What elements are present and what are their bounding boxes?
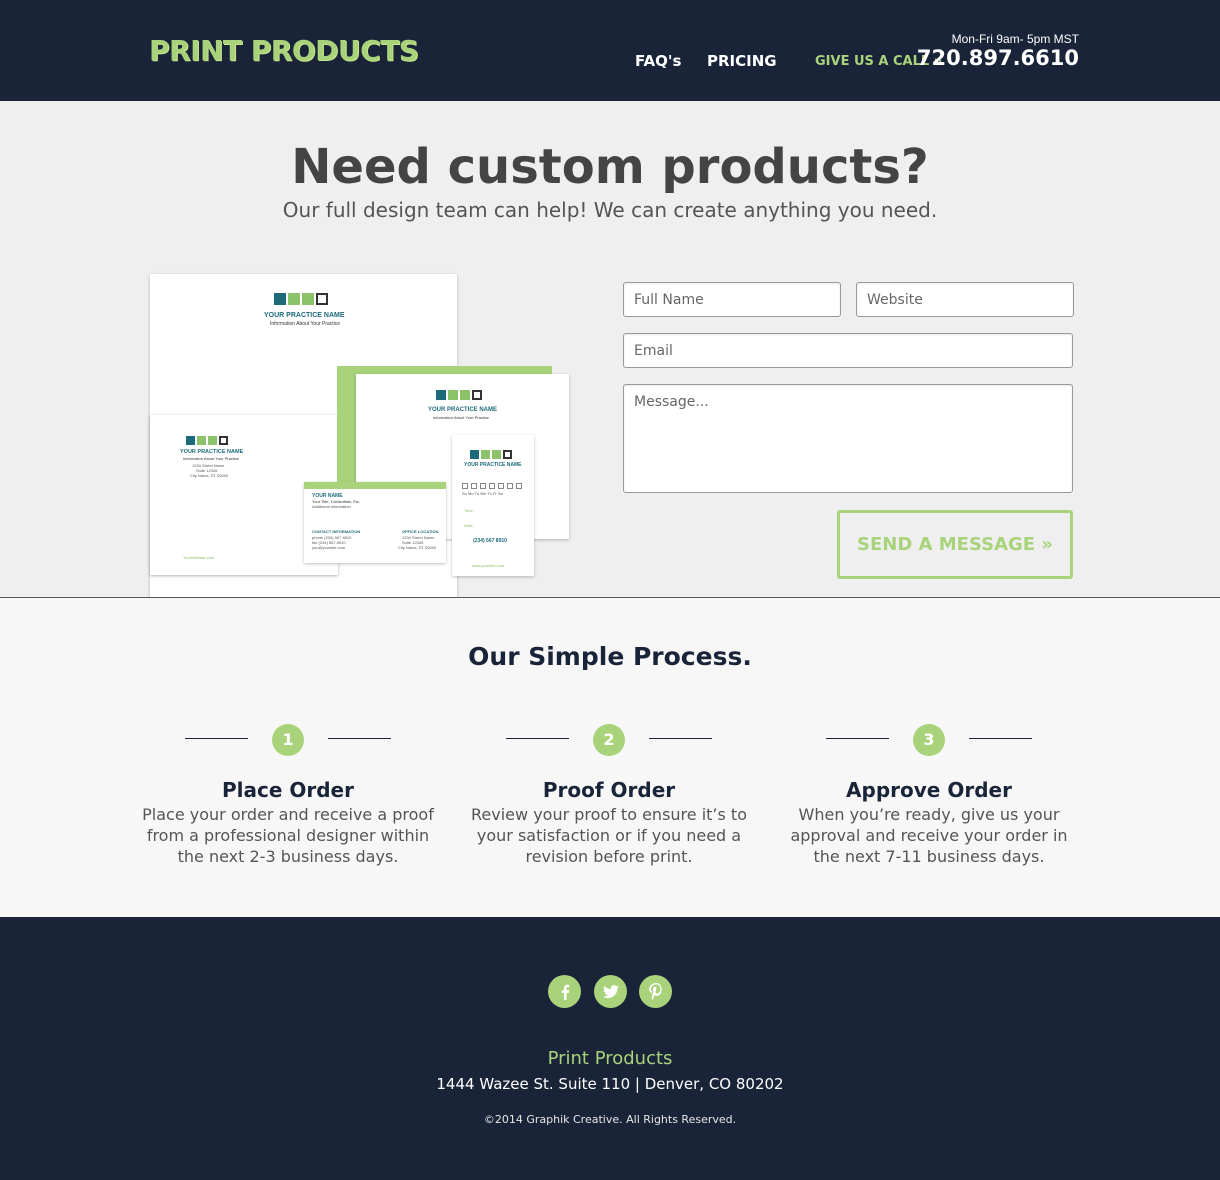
letterhead-practice-name: YOUR PRACTICE NAME [264,312,345,319]
site-header: PRINT PRODUCTS FAQ's PRICING Mon-Fri 9am… [0,0,1220,101]
step-title: Proof Order [542,778,676,802]
hero-title: Need custom products? [291,139,929,195]
facebook-icon[interactable] [548,975,581,1008]
step-divider [328,738,391,739]
step-number-badge: 3 [913,724,945,756]
practice-logo-icon [274,293,328,305]
hero-subtitle: Our full design team can help! We can cr… [282,198,938,222]
footer-copyright: ©2014 Graphik Creative. All Rights Reser… [483,1113,737,1126]
nav-pricing-link[interactable]: PRICING [707,52,777,70]
practice-logo-icon [186,436,228,445]
site-footer: Print Products 1444 Wazee St. Suite 110 … [0,917,1220,1180]
appointment-card-mockup: YOUR PRACTICE NAME Su Mo Tu We Th Fr Sa … [452,435,534,576]
appt-phone: (234) 567 8910 [473,538,507,544]
process-section: Our Simple Process. 1 Place Order Place … [0,598,1220,917]
step-title: Place Order [221,778,354,802]
message-textarea[interactable] [623,384,1073,493]
step-title: Approve Order [846,778,1012,802]
biz-info: Additional Information [312,504,351,509]
envelope-tagline: Information About Your Practice [183,456,240,461]
appt-time-label: Time: [464,508,474,513]
email-input[interactable] [623,333,1073,368]
full-name-input[interactable] [623,282,841,317]
business-hours: Mon-Fri 9am- 5pm MST [951,32,1079,46]
step-divider [185,738,248,739]
practice-logo-icon [436,390,482,400]
appt-practice-name: YOUR PRACTICE NAME [464,462,522,468]
envelope-address-3: City Name, ST 00000 [190,473,229,478]
notecard-tagline: Information About Your Practice [433,415,490,420]
appt-date-label: Date: [464,523,474,528]
send-message-button[interactable]: SEND A MESSAGE » [837,510,1073,579]
biz-office-label: OFFICE LOCATION [402,529,439,534]
notecard-practice-name: YOUR PRACTICE NAME [428,407,498,413]
step-number-badge: 2 [593,724,625,756]
appt-site: www.yoursite.com [472,563,505,568]
logo[interactable]: PRINT PRODUCTS [149,34,419,67]
step-number-badge: 1 [272,724,304,756]
website-input[interactable] [856,282,1074,317]
nav-faq-link[interactable]: FAQ's [635,52,681,70]
business-card-mockup: YOUR NAME Your Title, Credentials, Etc. … [304,482,446,563]
step-divider [649,738,712,739]
step-divider [826,738,889,739]
hero-section: Need custom products? Our full design te… [0,101,1220,598]
biz-contact-3: you@yoursite.com [312,545,346,550]
practice-logo-icon [470,450,512,459]
stationery-mockup-image: YOUR PRACTICE NAME Information About You… [150,274,570,597]
step-description: When you’re ready, give us your approval… [790,805,1068,866]
footer-address: 1444 Wazee St. Suite 110 | Denver, CO 80… [436,1075,784,1093]
process-title: Our Simple Process. [468,642,752,671]
letterhead-tagline: Information About Your Practice [270,321,341,327]
pinterest-icon[interactable] [639,975,672,1008]
biz-office-3: City Name, ST 00000 [398,545,437,550]
step-description: Place your order and receive a proof fro… [142,805,434,866]
biz-contact-label: CONTACT INFORMATION [312,529,361,534]
appt-days: Su Mo Tu We Th Fr Sa [462,491,503,496]
envelope-website: YourWebsite.com [183,555,215,560]
step-divider [506,738,569,739]
footer-brand: Print Products [547,1048,673,1069]
phone-number[interactable]: 720.897.6610 [917,46,1079,70]
step-description: Review your proof to ensure it’s to your… [471,805,747,866]
envelope-practice-name: YOUR PRACTICE NAME [180,449,244,455]
twitter-icon[interactable] [594,975,627,1008]
appt-day-boxes [462,483,522,489]
step-divider [969,738,1032,739]
